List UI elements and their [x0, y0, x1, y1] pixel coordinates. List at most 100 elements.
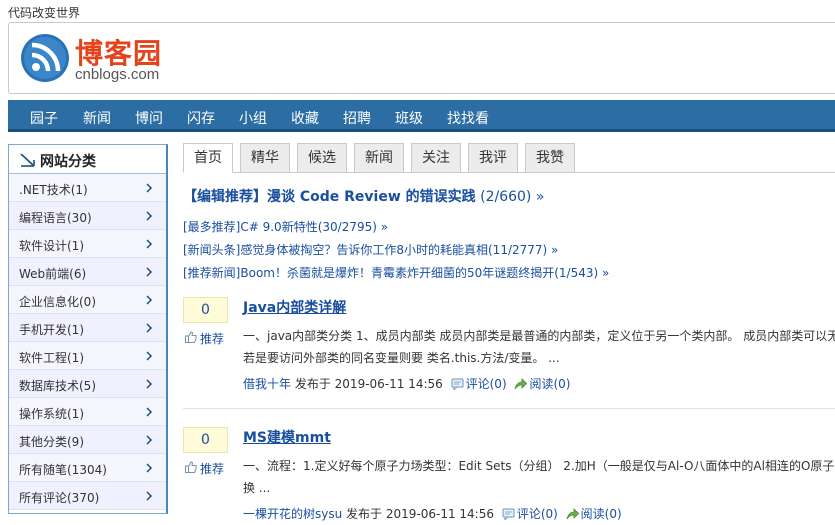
feed-tabs: 首页 精华 候选 新闻 关注 我评 我赞 — [183, 143, 835, 173]
post-reads[interactable]: 阅读(0) — [529, 377, 570, 391]
sidebar-item-label[interactable]: 其他分类(9) — [19, 433, 84, 450]
nav-item-flash[interactable]: 闪存 — [187, 108, 215, 128]
site-slogan: 代码改变世界 — [8, 6, 81, 20]
sidebar-item-label[interactable]: 软件工程(1) — [19, 349, 84, 366]
site-header: 博客园 cnblogs.com — [8, 22, 835, 94]
sidebar-item-label[interactable]: 数据库技术(5) — [19, 377, 96, 394]
sidebar-item[interactable]: 所有评论(370) — [9, 482, 166, 510]
chevron-right-icon — [146, 239, 153, 249]
chevron-right-icon — [146, 323, 153, 333]
post-title[interactable]: Java内部类详解 — [243, 297, 346, 317]
post-item: 0 推荐 Java内部类详解 一、java内部类分类 1、成员内部类 成员内部类… — [183, 297, 835, 415]
sidebar-item[interactable]: .NET技术(1) — [9, 174, 166, 202]
chevron-right-icon — [146, 267, 153, 277]
nav-item-groups[interactable]: 小组 — [239, 108, 267, 128]
nav-item-news[interactable]: 新闻 — [83, 108, 111, 128]
tab-following[interactable]: 关注 — [411, 143, 461, 173]
sidebar-item-label[interactable]: 编程语言(30) — [19, 209, 92, 226]
post-summary-line: 若是要访问外部类的同名变量则要 类名.this.方法/变量。 ... — [243, 351, 560, 365]
tab-my-comments[interactable]: 我评 — [468, 143, 518, 173]
thumbs-up-icon — [185, 461, 197, 473]
post-divider — [183, 408, 835, 409]
post-comments[interactable]: 评论(0) — [466, 377, 507, 391]
sidebar-item[interactable]: 数据库技术(5) — [9, 370, 166, 398]
recommend-label[interactable]: 推荐 — [200, 330, 224, 347]
logo-text-en[interactable]: cnblogs.com — [75, 66, 159, 83]
sidebar-item-label[interactable]: .NET技术(1) — [19, 181, 88, 198]
chevron-right-icon — [146, 183, 153, 193]
chevron-right-icon — [146, 295, 153, 305]
sidebar-item[interactable]: 所有随笔(1304) — [9, 454, 166, 482]
sidebar-item-label[interactable]: 软件设计(1) — [19, 237, 84, 254]
vote-box: 0 推荐 — [183, 297, 228, 349]
chevron-right-icon — [146, 463, 153, 473]
sidebar-item[interactable]: 软件设计(1) — [9, 230, 166, 258]
thumbs-up-icon — [185, 331, 197, 343]
sidebar-item-label[interactable]: 所有随笔(1304) — [19, 461, 107, 478]
chevron-right-icon — [146, 351, 153, 361]
vote-box: 0 推荐 — [183, 427, 228, 479]
post-date: 发布于 2019-06-11 14:56 — [294, 377, 443, 391]
sidebar-item-label[interactable]: Web前端(6) — [19, 265, 86, 282]
nav-item-questions[interactable]: 博问 — [135, 108, 163, 128]
post-reads[interactable]: 阅读(0) — [581, 507, 622, 521]
post-author[interactable]: 一棵开花的树sysu — [243, 507, 342, 521]
comment-icon — [502, 508, 515, 520]
nav-item-search[interactable]: 找找看 — [447, 108, 489, 128]
headline-title[interactable]: 【编辑推荐】漫谈 Code Review 的错误实践 — [183, 189, 476, 205]
sidebar-item-label[interactable]: 手机开发(1) — [19, 321, 84, 338]
recommend-button[interactable]: 推荐 — [183, 326, 228, 350]
post-summary-line: 一、java内部类分类 1、成员内部类 成员内部类是最普通的内部类，定义位于另一… — [243, 329, 835, 343]
post-summary: 一、流程：1.定义好每个原子力场类型：Edit Sets（分组） 2.加H（一般… — [243, 455, 835, 499]
tab-featured[interactable]: 精华 — [240, 143, 290, 173]
sidebar-item[interactable]: 企业信息化(0) — [9, 286, 166, 314]
vote-count: 0 — [183, 297, 228, 323]
tab-news[interactable]: 新闻 — [354, 143, 404, 173]
chevron-right-icon — [146, 491, 153, 501]
comment-icon — [451, 378, 464, 390]
post-author[interactable]: 借我十年 — [243, 377, 291, 391]
sidebar-item[interactable]: 编程语言(30) — [9, 202, 166, 230]
post-date: 发布于 2019-06-11 14:56 — [346, 507, 494, 521]
post-footer: 一棵开花的树sysu 发布于 2019-06-11 14:56 评论(0) 阅读… — [243, 505, 622, 522]
sidebar-item[interactable]: Web前端(6) — [9, 258, 166, 286]
read-arrow-icon — [515, 378, 528, 390]
category-arrow-icon — [20, 153, 35, 167]
post-summary-line: 换 ... — [243, 481, 271, 495]
post-title[interactable]: MS建模mmt — [243, 427, 331, 447]
read-arrow-icon — [566, 508, 579, 520]
recommend-label[interactable]: 推荐 — [200, 460, 224, 477]
post-summary-line: 一、流程：1.定义好每个原子力场类型：Edit Sets（分组） 2.加H（一般… — [243, 459, 835, 473]
chevron-right-icon — [146, 435, 153, 445]
sidebar-item[interactable]: 操作系统(1) — [9, 398, 166, 426]
chevron-right-icon — [146, 407, 153, 417]
recommend-button[interactable]: 推荐 — [183, 456, 228, 480]
post-comments[interactable]: 评论(0) — [517, 507, 558, 521]
nav-item-jobs[interactable]: 招聘 — [343, 108, 371, 128]
sidebar-item[interactable]: 软件工程(1) — [9, 342, 166, 370]
tab-home[interactable]: 首页 — [183, 143, 233, 173]
sidebar-title: 网站分类 — [40, 154, 96, 170]
vote-count: 0 — [183, 427, 228, 453]
sidebar-item-label[interactable]: 所有评论(370) — [19, 489, 99, 506]
rss-logo-icon[interactable] — [20, 33, 70, 83]
sub-headline-recommended-news[interactable]: [推荐新闻]Boom！杀菌就是爆炸！青霉素炸开细菌的50年谜题终揭开(1/543… — [183, 264, 609, 281]
post-item: 0 推荐 MS建模mmt 一、流程：1.定义好每个原子力场类型：Edit Set… — [183, 427, 835, 525]
sidebar-item[interactable]: 其他分类(9) — [9, 426, 166, 454]
chevron-right-icon — [146, 379, 153, 389]
sub-headline-top-news[interactable]: [新闻头条]感觉身体被掏空？告诉你工作8小时的耗能真相(11/2777) » — [183, 241, 558, 258]
nav-item-favorites[interactable]: 收藏 — [291, 108, 319, 128]
tab-my-likes[interactable]: 我赞 — [525, 143, 575, 173]
headline-count[interactable]: (2/660) » — [480, 189, 544, 205]
post-summary: 一、java内部类分类 1、成员内部类 成员内部类是最普通的内部类，定义位于另一… — [243, 325, 835, 369]
sidebar-item-label[interactable]: 企业信息化(0) — [19, 293, 96, 310]
editor-pick-headline[interactable]: 【编辑推荐】漫谈 Code Review 的错误实践 (2/660) » — [183, 186, 544, 206]
sidebar-item[interactable]: 手机开发(1) — [9, 314, 166, 342]
post-footer: 借我十年 发布于 2019-06-11 14:56 评论(0) 阅读(0) — [243, 375, 570, 392]
sidebar-item-label[interactable]: 操作系统(1) — [19, 405, 84, 422]
tab-candidates[interactable]: 候选 — [297, 143, 347, 173]
nav-item-yuanzi[interactable]: 园子 — [30, 108, 58, 128]
nav-item-classes[interactable]: 班级 — [395, 108, 423, 128]
sub-headline-most-liked[interactable]: [最多推荐]C# 9.0新特性(30/2795) » — [183, 218, 388, 235]
main-nav: 园子 新闻 博问 闪存 小组 收藏 招聘 班级 找找看 — [8, 100, 835, 132]
